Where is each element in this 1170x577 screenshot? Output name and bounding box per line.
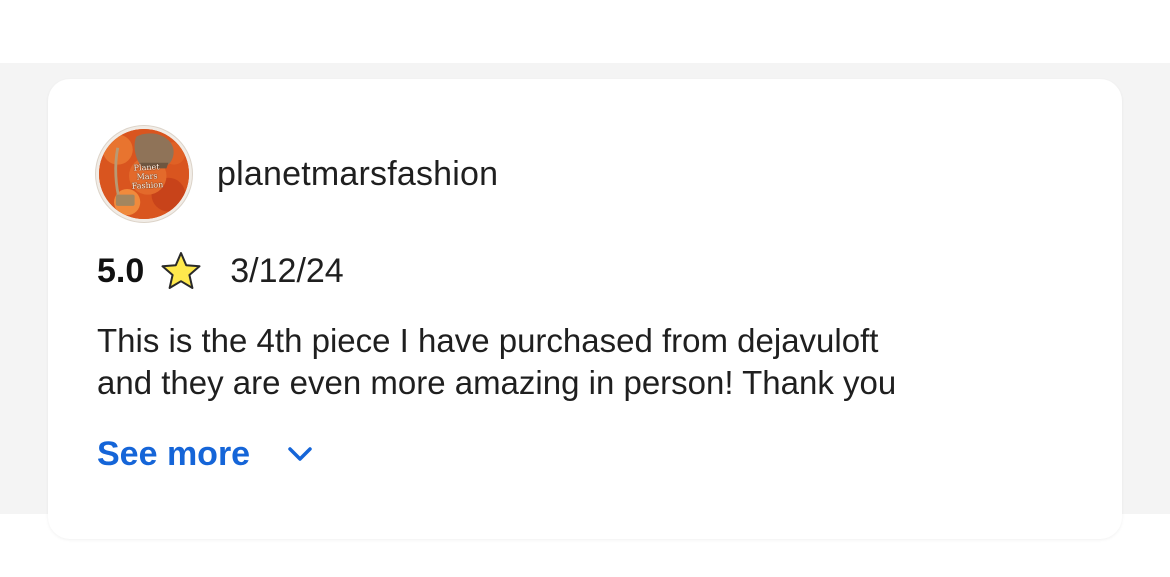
review-text: This is the 4th piece I have purchased f… [97, 320, 1057, 404]
chevron-down-icon[interactable] [286, 444, 314, 464]
rating-value: 5.0 [97, 252, 145, 290]
rating-row: 5.0 3/12/24 [97, 250, 344, 292]
review-date: 3/12/24 [230, 252, 344, 290]
see-more-label[interactable]: See more [97, 432, 250, 476]
reviewer-username[interactable]: planetmarsfashion [217, 154, 498, 194]
see-more-button[interactable]: See more [97, 432, 314, 476]
avatar-logo-text: Planet Mars Fashion [131, 162, 164, 191]
review-text-line: and they are even more amazing in person… [97, 364, 897, 401]
avatar[interactable]: Planet Mars Fashion [96, 126, 192, 222]
review-text-line: This is the 4th piece I have purchased f… [97, 322, 879, 359]
star-icon [161, 252, 201, 289]
